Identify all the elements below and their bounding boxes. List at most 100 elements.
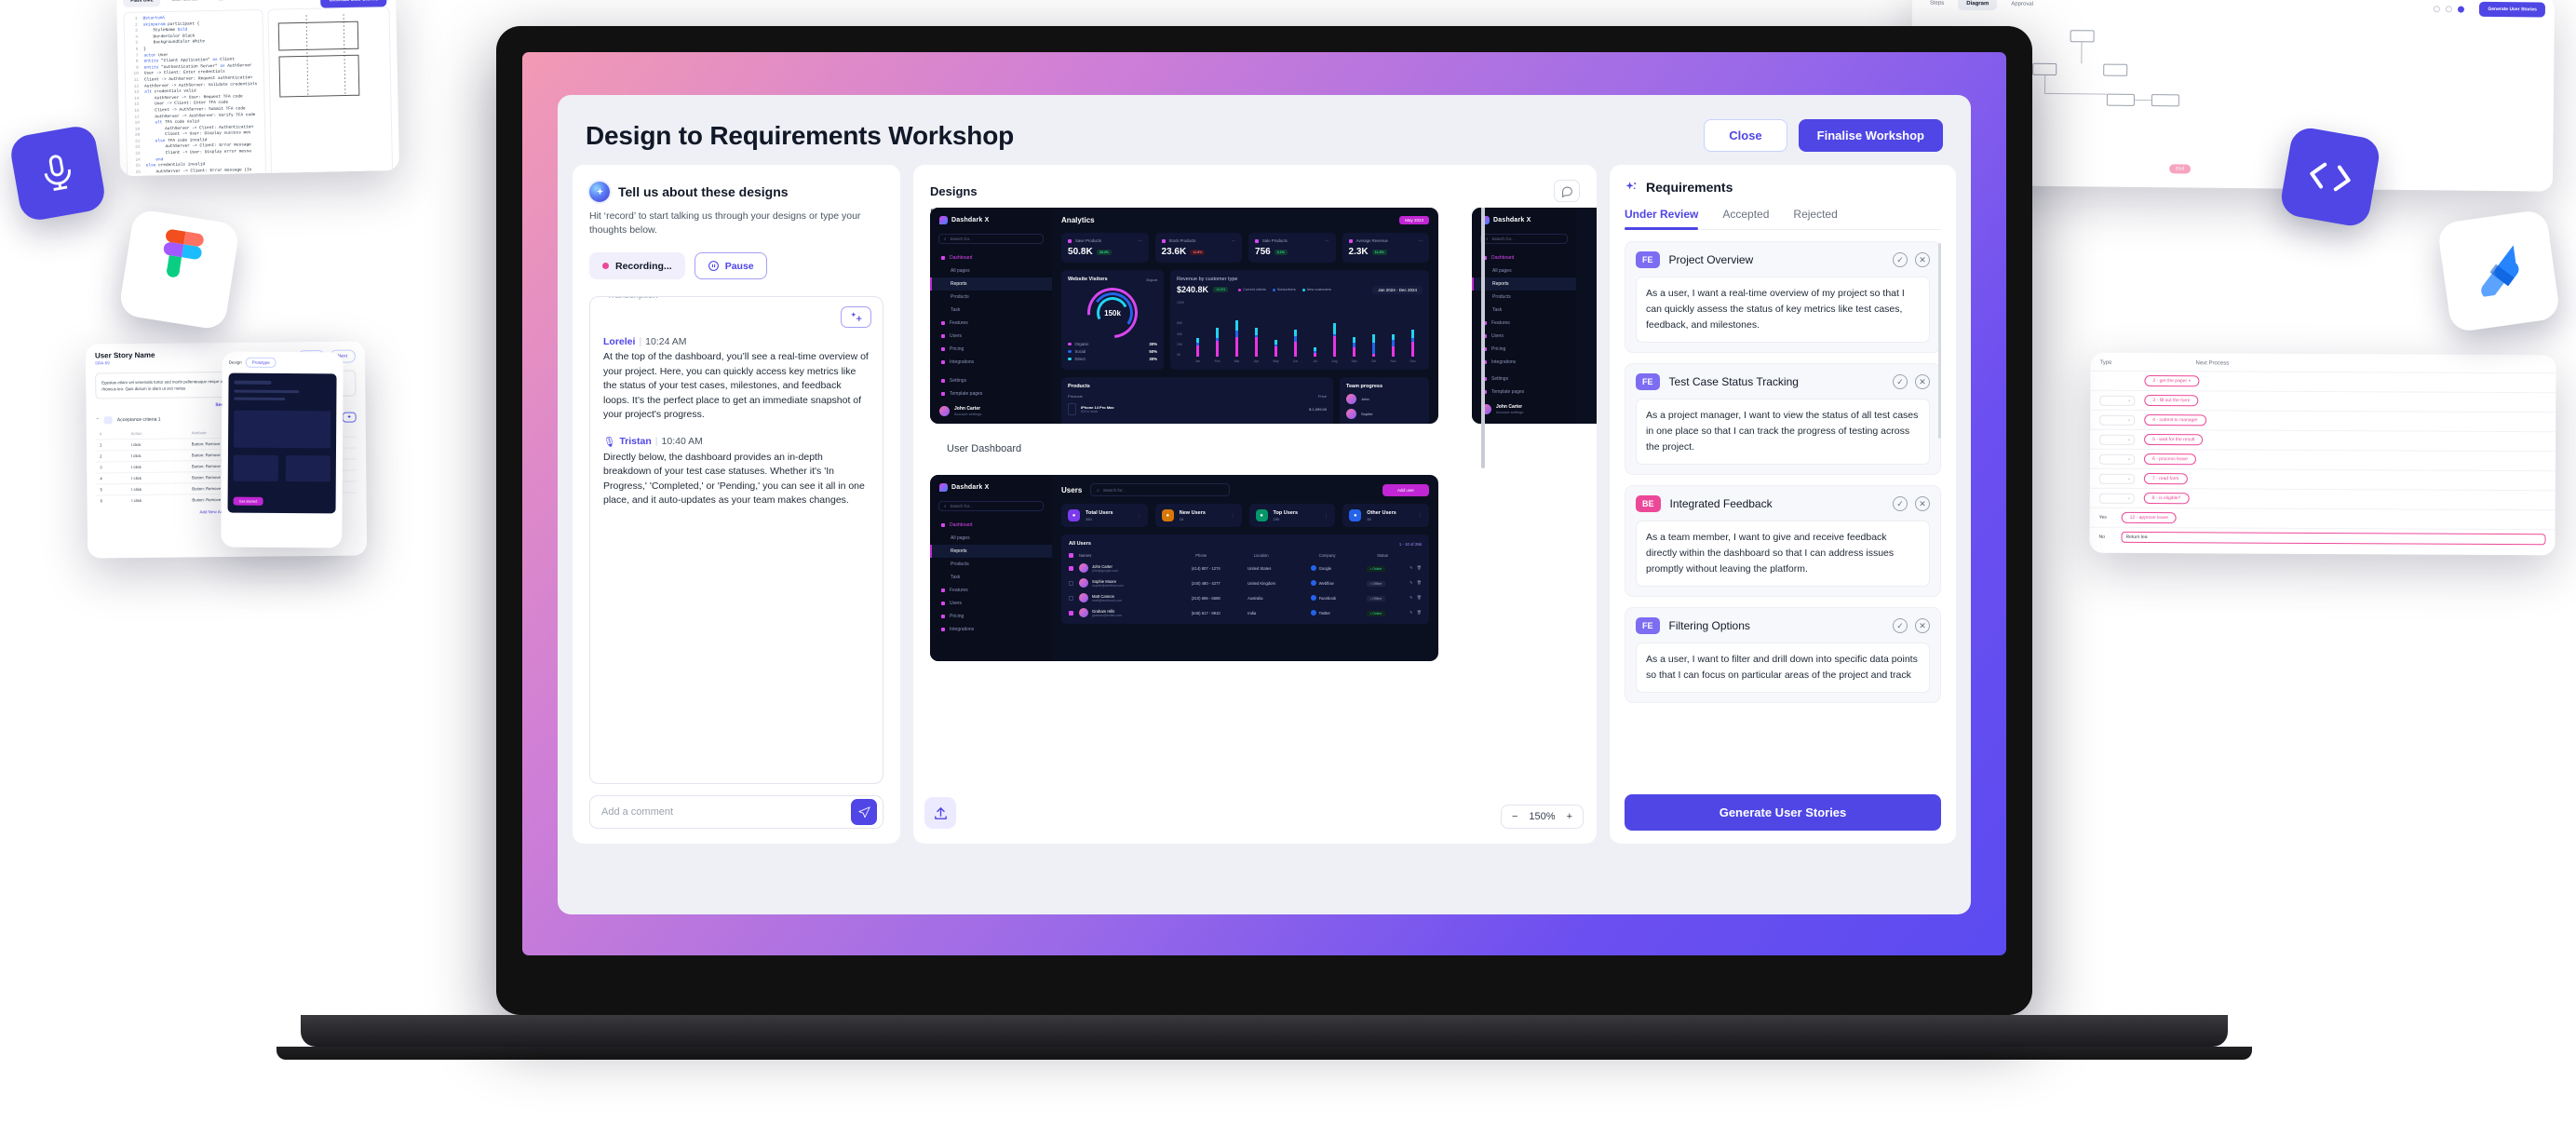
ai-enhance-button[interactable] <box>841 306 871 328</box>
sidebar-item-settings[interactable]: Settings <box>1472 372 1576 386</box>
product-dashboard-mockup-2[interactable]: Dashdark X ⌕ Search for.. Dashboard All … <box>1472 208 1597 424</box>
more-icon[interactable]: ⋮ <box>1231 513 1235 519</box>
accept-icon[interactable]: ✓ <box>1893 374 1908 389</box>
sidebar-item-integrations[interactable]: Integrations <box>930 356 1052 369</box>
recording-status[interactable]: Recording... <box>589 252 685 279</box>
prototype-cta[interactable]: Get started <box>233 496 263 506</box>
type-select[interactable]: ⌄ <box>2099 395 2136 406</box>
zoom-out-button[interactable]: − <box>1512 811 1517 822</box>
requirements-scrollbar[interactable] <box>1938 243 1941 439</box>
accept-icon[interactable]: ✓ <box>1893 618 1908 633</box>
designs-canvas[interactable]: Product Dashboard Dashdark X <box>913 208 1597 844</box>
table-row[interactable]: ⌄ 8 - is eligible? <box>2089 487 2556 510</box>
tab-steps[interactable]: Steps <box>1922 0 1952 10</box>
column-header[interactable]: Phone <box>1195 553 1254 558</box>
sidebar-item-task[interactable]: Task <box>930 304 1052 317</box>
sidebar-item-features[interactable]: Features <box>930 584 1052 597</box>
sidebar-item-settings[interactable]: Settings <box>930 374 1052 387</box>
date-chip[interactable]: May 2023 <box>1399 216 1429 224</box>
select-all-checkbox[interactable] <box>1069 553 1074 558</box>
edit-icon[interactable]: ✎ <box>1409 595 1413 601</box>
type-select[interactable]: ⌄ <box>2099 434 2136 445</box>
sidebar-item-products[interactable]: Products <box>930 291 1052 304</box>
edit-icon[interactable]: ✎ <box>1409 565 1413 571</box>
product-dashboard-mockup[interactable]: Dashdark X ⌕ Search for.. Dashboard All … <box>930 208 1438 424</box>
sidebar-item-pricing[interactable]: Pricing <box>930 343 1052 356</box>
generate-user-stories-button-bg1[interactable]: Generate User Stories <box>320 0 387 8</box>
sidebar-item-task[interactable]: Task <box>1472 304 1576 317</box>
requirement-card[interactable]: FE Filtering Options ✓ ✕ As a user, I want t… <box>1625 607 1941 703</box>
more-icon[interactable]: ··· <box>1419 238 1423 243</box>
row-checkbox[interactable] <box>1069 595 1074 601</box>
sidebar-item-integrations[interactable]: Integrations <box>930 623 1052 636</box>
product-row[interactable]: iPhone 14 Pro Max 524 in stock $ 1,099.0… <box>1068 403 1327 415</box>
table-row[interactable]: Matt Cannon matt@facebook.com (310) 696 - … <box>1069 593 1422 602</box>
export-button[interactable]: Export <box>1146 277 1157 282</box>
approve-chip[interactable]: 12 - approve leave <box>2121 511 2178 524</box>
sidebar-item-users[interactable]: Users <box>1472 330 1576 343</box>
sidebar-item-reports[interactable]: Reports <box>930 545 1053 558</box>
accept-icon[interactable]: ✓ <box>1893 252 1908 267</box>
table-row[interactable]: No Return lea <box>2089 526 2556 549</box>
close-button[interactable]: Close <box>1704 119 1787 152</box>
tab-plant-uml[interactable]: Plant UML <box>123 0 161 8</box>
sidebar-item-all-pages[interactable]: All pages <box>930 532 1052 545</box>
send-comment-button[interactable] <box>851 799 877 825</box>
more-icon[interactable]: ··· <box>1325 238 1328 243</box>
sidebar-item-users[interactable]: Users <box>930 330 1052 343</box>
edit-icon[interactable]: ✎ <box>1409 610 1413 616</box>
upload-design-button[interactable] <box>924 797 956 829</box>
row-checkbox[interactable] <box>1069 610 1074 616</box>
accept-icon[interactable]: ✓ <box>1893 496 1908 511</box>
next-process-chip[interactable]: 7 - read form <box>2143 472 2188 485</box>
table-row[interactable]: ⌄ 6 - process leave <box>2089 448 2556 471</box>
more-icon[interactable]: ⋮ <box>1324 513 1328 519</box>
share-icon[interactable] <box>2434 5 2441 12</box>
design-tab[interactable]: Design <box>229 360 242 365</box>
row-checkbox[interactable] <box>1069 580 1074 586</box>
tab-approval-flow[interactable]: Approval <box>2003 0 2042 11</box>
plantuml-code-editor[interactable]: 1 @startuml 2 skinparam participant {3 Styl… <box>123 8 267 177</box>
add-user-button[interactable]: Add user <box>1382 483 1429 496</box>
requirement-card[interactable]: FE Test Case Status Tracking ✓ ✕ As a projec… <box>1625 363 1941 475</box>
user-dashboard-mockup[interactable]: Dashdark X ⌕ Search for.. Dashboard All … <box>930 475 1438 661</box>
column-header[interactable]: Location <box>1254 553 1319 558</box>
finalise-workshop-button[interactable]: Finalise Workshop <box>1798 119 1943 152</box>
reject-icon[interactable]: ✕ <box>1915 618 1930 633</box>
tab-under-review[interactable]: Under Review <box>1625 208 1699 230</box>
sidebar-item-pricing[interactable]: Pricing <box>1472 343 1576 356</box>
next-process-chip[interactable]: 5 - wait for the result <box>2144 433 2204 446</box>
undo-icon[interactable] <box>2446 5 2453 12</box>
table-row[interactable]: ⌄ 7 - read form <box>2089 467 2556 491</box>
more-icon[interactable]: ⋮ <box>1137 513 1141 519</box>
sidebar-item-integrations[interactable]: Integrations <box>1472 356 1576 369</box>
users-search-input[interactable]: ⌕ Search for.. <box>1090 483 1231 496</box>
reject-icon[interactable]: ✕ <box>1915 374 1930 389</box>
comment-input-row[interactable]: Add a comment <box>589 795 883 829</box>
table-row[interactable]: 2 - get the paper × <box>2090 370 2556 393</box>
table-row[interactable]: Yes 12 - approve leave <box>2089 507 2556 530</box>
tab-accepted[interactable]: Accepted <box>1722 208 1769 229</box>
sidebar-item-users[interactable]: Users <box>930 597 1052 610</box>
requirements-list[interactable]: FE Project Overview ✓ ✕ As a user, I want a … <box>1625 241 1941 792</box>
sidebar-item-all-pages[interactable]: All pages <box>1472 264 1576 277</box>
sidebar-item-features[interactable]: Features <box>930 317 1052 330</box>
sidebar-item-products[interactable]: Products <box>930 558 1052 571</box>
sidebar-item-task[interactable]: Task <box>930 571 1052 584</box>
column-header[interactable]: Status <box>1377 553 1422 558</box>
generate-user-stories-button[interactable]: Generate User Stories <box>1625 794 1941 831</box>
settings-icon[interactable] <box>2458 6 2465 13</box>
ai-sparkle-icon[interactable]: ✦ <box>342 412 357 423</box>
table-row[interactable]: ⌄ 3 - fill out the form <box>2090 389 2556 413</box>
sidebar-item-dashboard[interactable]: Dashboard <box>930 519 1052 532</box>
tab-approval[interactable]: Approval <box>209 0 242 6</box>
sidebar-item-all-pages[interactable]: All pages <box>930 264 1052 277</box>
column-header[interactable]: Company <box>1319 553 1378 558</box>
more-icon[interactable]: ··· <box>1138 238 1141 243</box>
mockup-search[interactable]: ⌕ Search for.. <box>1480 234 1568 244</box>
return-input[interactable]: Return lea <box>2121 531 2546 546</box>
next-process-chip[interactable]: 3 - fill out the form <box>2144 394 2199 407</box>
sidebar-item-features[interactable]: Features <box>1472 317 1576 330</box>
chart-date-range[interactable]: Jan 2024 - Dec 2024 <box>1372 285 1423 294</box>
next-process-chip[interactable]: 4 - submit to manager <box>2144 413 2206 426</box>
